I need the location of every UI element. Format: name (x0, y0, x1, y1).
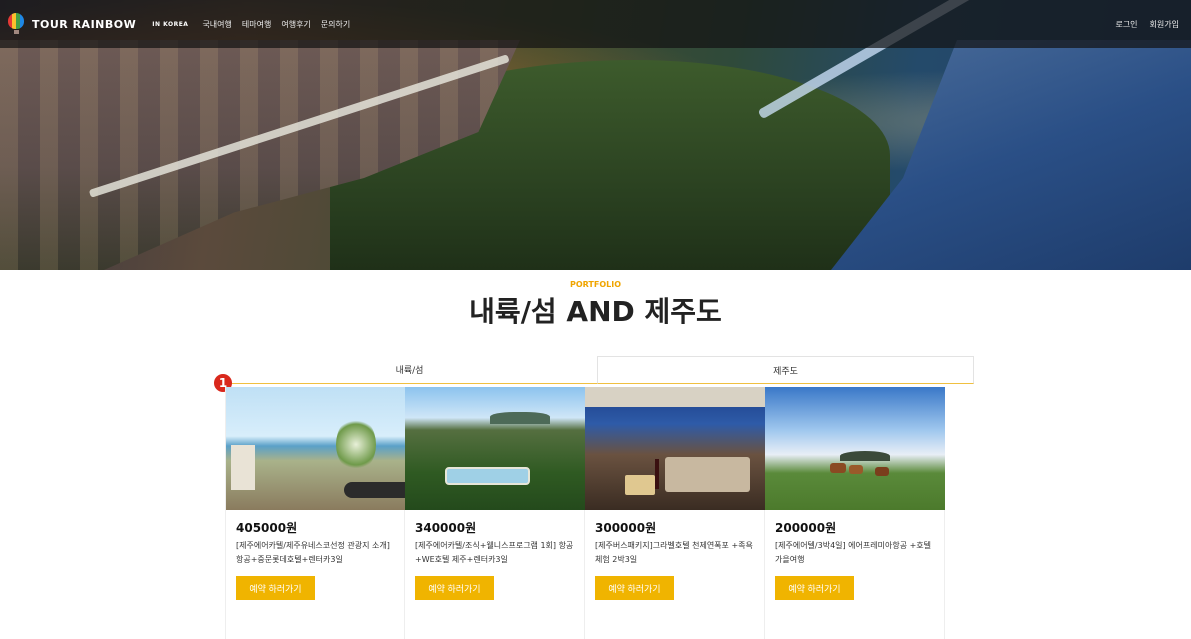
product-card[interactable]: 340000원 [제주에어카텔/조식+웰니스프로그램 1회] 항공+WE호텔 제… (405, 387, 585, 639)
product-price: 200000원 (775, 521, 837, 535)
signup-link[interactable]: 회원가입 (1150, 19, 1179, 30)
balloon-logo-icon (8, 13, 26, 35)
reserve-button[interactable]: 예약 하러가기 (595, 576, 674, 600)
product-description: [제주에어카텔/조식+웰니스프로그램 1회] 항공+WE호텔 제주+렌터카3일 (415, 541, 574, 564)
tab-inland-island[interactable]: 내륙/섬 (222, 356, 597, 384)
login-link[interactable]: 로그인 (1115, 19, 1137, 30)
product-card[interactable]: 200000원 [제주에어텔/3박4일] 에어프레미아항공 +호텔 가을여행 예… (765, 387, 945, 639)
nav-theme-travel[interactable]: 테마여행 (242, 19, 271, 30)
section-eyebrow: PORTFOLIO (569, 280, 622, 289)
product-description: [제주에어텔/3박4일] 에어프레미아항공 +호텔 가을여행 (775, 541, 932, 564)
product-description: [제주버스패키지]그라벨호텔 천제연폭포 +족욕체험 2박3일 (595, 541, 753, 564)
reserve-button[interactable]: 예약 하러가기 (415, 576, 494, 600)
nav-domestic-travel[interactable]: 국내여행 (202, 19, 231, 30)
region-tabs: 내륙/섬 제주도 (222, 356, 974, 384)
reserve-button[interactable]: 예약 하러가기 (236, 576, 315, 600)
auth-links: 로그인 회원가입 (1115, 19, 1183, 30)
product-image (585, 387, 765, 510)
brand-name: TOUR RAINBOW (32, 17, 137, 31)
tab-jeju[interactable]: 제주도 (597, 356, 974, 384)
product-card[interactable]: 300000원 [제주버스패키지]그라벨호텔 천제연폭포 +족욕체험 2박3일 … (585, 387, 765, 639)
product-price: 405000원 (236, 521, 298, 535)
product-image (405, 387, 585, 510)
product-price: 300000원 (595, 521, 657, 535)
nav-inquiry[interactable]: 문의하기 (321, 19, 350, 30)
product-description: [제주에어카텔/제주유네스코선정 관광지 소개] 항공+중문롯데호텔+렌터카3일 (236, 541, 390, 564)
section-title: 내륙/섬 AND 제주도 (469, 295, 722, 328)
product-image (765, 387, 945, 510)
reserve-button[interactable]: 예약 하러가기 (775, 576, 854, 600)
product-image (226, 387, 406, 510)
brand-subtitle: IN KOREA (152, 20, 189, 28)
nav-travel-reviews[interactable]: 여행후기 (281, 19, 310, 30)
navbar: TOUR RAINBOW IN KOREA 국내여행 테마여행 여행후기 문의하… (0, 0, 1191, 48)
product-price: 340000원 (415, 521, 477, 535)
product-card-list: 405000원 [제주에어카텔/제주유네스코선정 관광지 소개] 항공+중문롯데… (225, 387, 947, 639)
brand[interactable]: TOUR RAINBOW IN KOREA (8, 13, 188, 35)
main-menu: 국내여행 테마여행 여행후기 문의하기 (202, 19, 350, 30)
product-card[interactable]: 405000원 [제주에어카텔/제주유네스코선정 관광지 소개] 항공+중문롯데… (225, 387, 406, 639)
